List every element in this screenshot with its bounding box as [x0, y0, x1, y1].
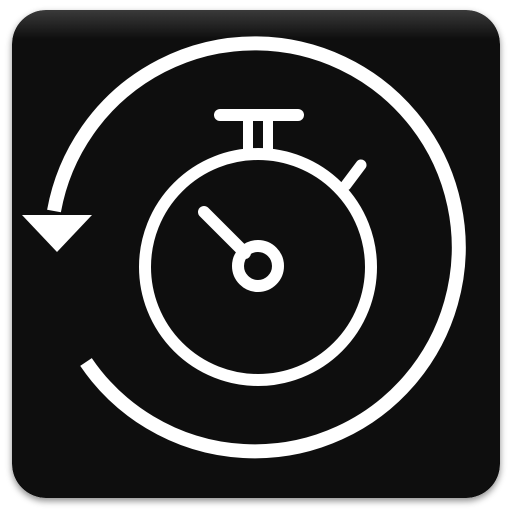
app-icon[interactable]: [12, 10, 500, 498]
icon-tile-background: [12, 10, 500, 498]
stopwatch-reset-icon: [12, 10, 500, 498]
